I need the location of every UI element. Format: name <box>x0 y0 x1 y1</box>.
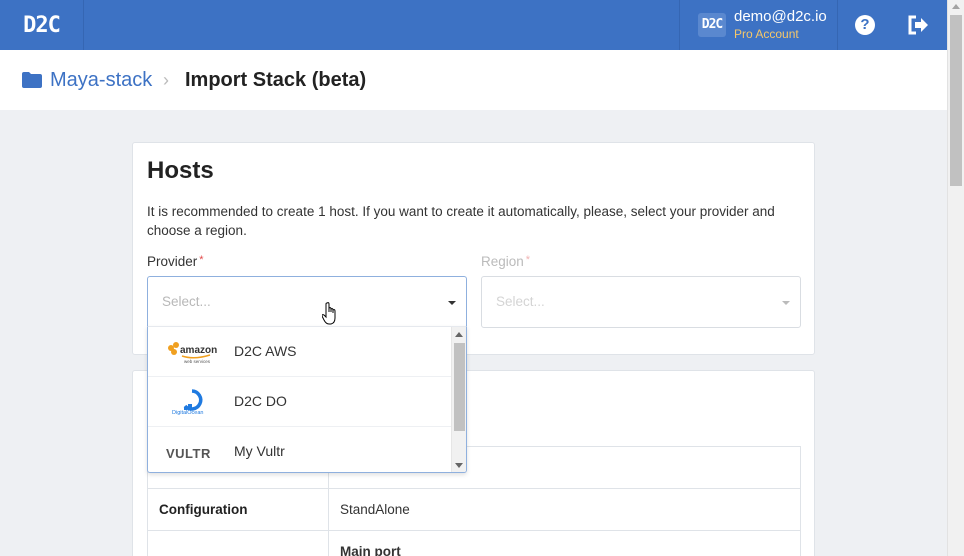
user-email: demo@d2c.io <box>734 8 827 25</box>
page-scrollbar[interactable] <box>947 0 964 556</box>
svg-text:DigitalOcean: DigitalOcean <box>172 410 204 415</box>
chevron-down-icon <box>448 301 456 305</box>
table-key: Configuration <box>148 489 329 530</box>
scroll-up-arrow-icon[interactable] <box>952 4 960 9</box>
provider-select[interactable]: Select... <box>147 276 467 328</box>
vultr-logo-icon: VULTR <box>166 439 218 465</box>
provider-option-label: D2C DO <box>234 393 287 409</box>
table-value: Main port <box>340 544 401 556</box>
digitalocean-logo-icon: DigitalOcean <box>166 389 218 416</box>
table-row: Configuration StandAlone <box>147 489 801 531</box>
provider-option-d2c-aws[interactable]: amazon web services D2C AWS <box>148 327 451 377</box>
folder-icon <box>22 72 42 88</box>
help-icon[interactable]: ? <box>855 15 875 35</box>
chevron-down-icon <box>782 301 790 305</box>
hand-cursor-icon <box>321 302 340 326</box>
user-avatar: D2C <box>698 13 726 37</box>
breadcrumb: Maya-stack › Import Stack (beta) <box>0 50 947 110</box>
provider-option-label: D2C AWS <box>234 343 297 359</box>
table-value: StandAlone <box>340 502 410 517</box>
region-label: Region * <box>481 254 531 269</box>
scrollbar-thumb[interactable] <box>950 15 962 186</box>
hosts-description: It is recommended to create 1 host. If y… <box>147 204 775 238</box>
table-key <box>148 531 329 556</box>
provider-option-d2c-do[interactable]: DigitalOcean D2C DO <box>148 377 451 427</box>
hosts-card: Hosts It is recommended to create 1 host… <box>132 142 815 355</box>
svg-text:amazon: amazon <box>180 345 217 356</box>
breadcrumb-stack-link[interactable]: Maya-stack <box>50 69 152 92</box>
user-plan: Pro Account <box>734 27 799 41</box>
scroll-down-arrow-icon[interactable] <box>455 463 463 468</box>
dropdown-scrollbar-thumb[interactable] <box>454 343 465 431</box>
provider-option-my-vultr[interactable]: VULTR My Vultr <box>148 427 451 472</box>
table-row: Main port <box>147 531 801 556</box>
region-placeholder: Select... <box>496 294 545 309</box>
amazon-web-services-logo-icon: amazon web services <box>166 339 218 365</box>
provider-label: Provider * <box>147 254 204 269</box>
user-menu[interactable]: D2C demo@d2c.io Pro Account <box>679 0 838 50</box>
scroll-up-arrow-icon[interactable] <box>455 332 463 337</box>
provider-placeholder: Select... <box>162 294 211 309</box>
breadcrumb-separator: › <box>163 70 169 90</box>
hosts-title: Hosts <box>147 157 214 184</box>
page-title: Import Stack (beta) <box>185 69 367 91</box>
provider-dropdown-menu: amazon web services D2C AWS DigitalOcean… <box>147 326 467 473</box>
logout-icon[interactable] <box>907 14 931 36</box>
region-select[interactable]: Select... <box>481 276 801 328</box>
top-navbar: D2C D2C demo@d2c.io Pro Account ? <box>0 0 947 50</box>
provider-option-label: My Vultr <box>234 443 285 459</box>
svg-text:web services: web services <box>184 359 211 364</box>
dropdown-scrollbar[interactable] <box>451 327 466 472</box>
d2c-logo[interactable]: D2C <box>0 0 84 50</box>
svg-text:VULTR: VULTR <box>166 446 211 461</box>
